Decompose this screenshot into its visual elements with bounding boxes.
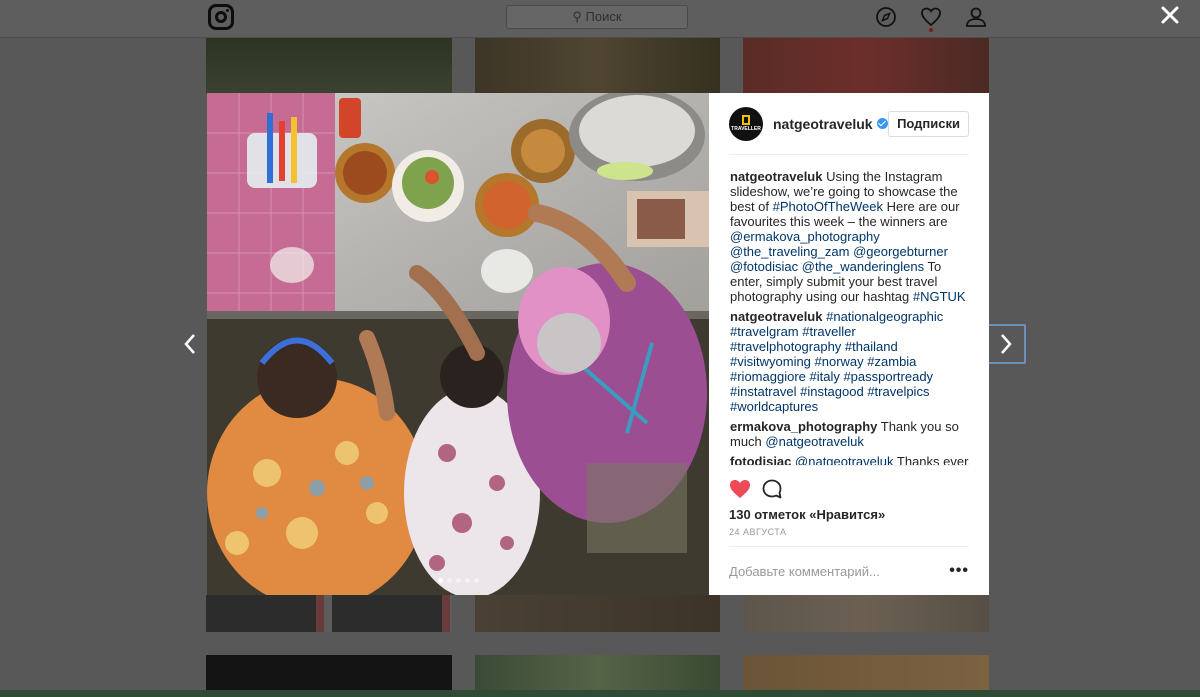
post-photo[interactable] [207, 93, 709, 595]
likes-count[interactable]: 130 отметок «Нравится» [729, 507, 969, 525]
feed-tile[interactable] [475, 38, 720, 94]
instagram-logo-icon[interactable] [208, 4, 234, 30]
carousel-dot[interactable] [464, 578, 470, 583]
previous-post-button[interactable] [170, 324, 210, 364]
more-options-button[interactable]: ••• [949, 563, 969, 579]
heart-filled-icon[interactable] [729, 479, 751, 499]
feed-tile[interactable] [743, 38, 989, 94]
search-icon: ⚲ [572, 9, 586, 24]
avatar[interactable]: TRAVELLER [729, 106, 763, 141]
search-placeholder: Поиск [585, 9, 622, 24]
mention-link[interactable]: @ermakova_photography [730, 229, 880, 244]
feed-tile[interactable] [475, 595, 720, 632]
mention-link[interactable]: @fotodisiac [730, 259, 798, 274]
top-navigation-bar: ⚲ Поиск [0, 0, 1200, 38]
post-date[interactable]: 24 АВГУСТА [729, 527, 969, 547]
avatar-text: TRAVELLER [731, 126, 761, 132]
mention-link[interactable]: @the_traveling_zam [730, 244, 849, 259]
comment-username[interactable]: ermakova_photography [730, 419, 877, 434]
verified-badge-icon [876, 118, 888, 129]
comment-username[interactable]: natgeotraveluk [730, 169, 822, 184]
search-box[interactable]: ⚲ Поиск [506, 5, 688, 29]
caption-comment: natgeotraveluk Using the Instagram slide… [730, 169, 969, 304]
close-icon[interactable] [1158, 3, 1182, 27]
hashtag-link[interactable]: #NGTUK [913, 289, 966, 304]
post-modal: TRAVELLER natgeotraveluk Подписки natgeo… [207, 93, 989, 595]
account-username[interactable]: natgeotraveluk [773, 116, 873, 132]
post-actions [729, 465, 969, 507]
feed-tile[interactable] [743, 595, 989, 632]
list-item: fotodisiac @natgeotraveluk Thanks ever s… [730, 454, 969, 465]
list-item: ermakova_photography Thank you so much @… [730, 419, 969, 449]
comment-icon[interactable] [761, 478, 783, 500]
carousel-dot[interactable] [455, 578, 461, 583]
street-food-photo [207, 93, 709, 595]
user-icon[interactable] [965, 6, 987, 28]
heart-icon[interactable] [920, 6, 942, 28]
mention-link[interactable]: @natgeotraveluk [795, 454, 893, 465]
comment-username[interactable]: natgeotraveluk [730, 309, 822, 324]
post-sidebar: TRAVELLER natgeotraveluk Подписки natgeo… [709, 93, 989, 595]
next-post-button[interactable] [986, 324, 1026, 364]
feed-tile[interactable] [206, 38, 452, 94]
feed-tile[interactable] [206, 595, 452, 632]
following-button[interactable]: Подписки [888, 110, 969, 137]
mention-link[interactable]: @natgeotraveluk [765, 434, 863, 449]
mention-link[interactable]: @the_wanderinglens [802, 259, 924, 274]
hashtag-list[interactable]: #nationalgeographic #travelgram #travell… [730, 309, 943, 414]
page-footer-strip [0, 690, 1200, 697]
carousel-dot[interactable] [446, 578, 452, 583]
comments-list[interactable]: natgeotraveluk Using the Instagram slide… [709, 155, 989, 465]
natgeo-logo-icon [742, 115, 750, 125]
post-header: TRAVELLER natgeotraveluk Подписки [729, 93, 969, 155]
carousel-dot[interactable] [473, 578, 479, 583]
hashtag-comment: natgeotraveluk #nationalgeographic #trav… [730, 309, 969, 414]
comment-input[interactable] [729, 563, 950, 579]
carousel-dots [207, 578, 709, 583]
carousel-dot[interactable] [437, 578, 443, 583]
notification-dot [929, 28, 933, 32]
add-comment-bar: ••• [729, 547, 969, 595]
comment-username[interactable]: fotodisiac [730, 454, 791, 465]
hashtag-link[interactable]: #PhotoOfTheWeek [773, 199, 883, 214]
chevron-right-icon [1001, 334, 1012, 354]
mention-link[interactable]: @georgebturner [853, 244, 948, 259]
chevron-left-icon [184, 334, 195, 354]
compass-icon[interactable] [875, 6, 897, 28]
